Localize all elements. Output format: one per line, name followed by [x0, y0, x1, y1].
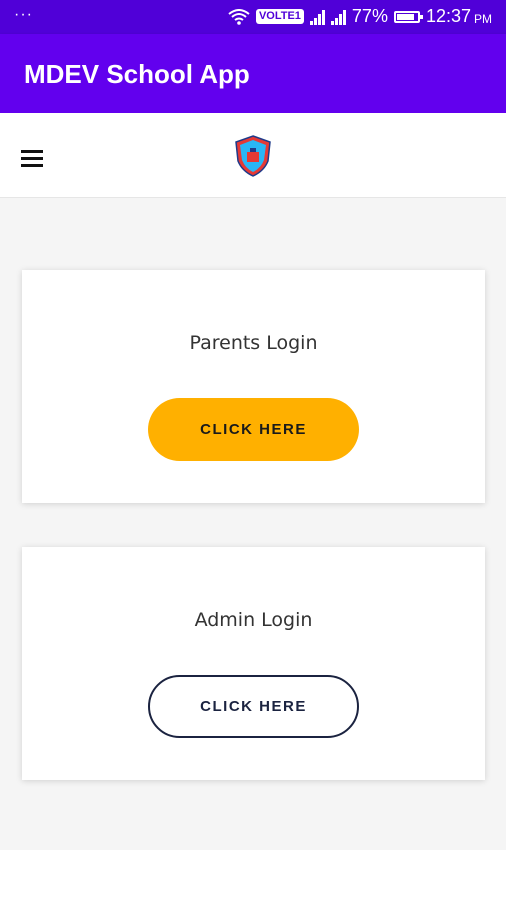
volte-badge: VOLTE1 [255, 9, 304, 24]
hamburger-icon[interactable] [21, 150, 43, 168]
wifi-icon [228, 8, 250, 25]
battery-percent: 77% [351, 6, 388, 26]
status-time: 12:37 [425, 6, 471, 26]
battery-fill [396, 13, 414, 20]
parents-login-label: Parents Login [189, 332, 318, 354]
parents-login-button[interactable]: CLICK HERE [148, 398, 359, 461]
admin-login-label: Admin Login [194, 609, 313, 631]
parents-login-card: Parents Login CLICK HERE [22, 270, 485, 503]
status-icons: VOLTE1 77% 12:37 PM [228, 6, 492, 27]
notification-dots: ··· [14, 6, 33, 23]
bottom-area [0, 850, 506, 900]
admin-login-card: Admin Login CLICK HERE [22, 547, 485, 780]
battery-icon [393, 10, 423, 23]
signal-icon [309, 9, 325, 25]
status-bar: ··· VOLTE1 77% 12:37 PM [0, 0, 506, 34]
admin-login-button[interactable]: CLICK HERE [148, 675, 359, 738]
signal-icon-2 [330, 9, 346, 25]
status-ampm: PM [474, 11, 492, 26]
app-bar: MDEV School App [0, 34, 506, 113]
app-title: MDEV School App [24, 59, 250, 89]
school-crest-logo [235, 135, 271, 177]
